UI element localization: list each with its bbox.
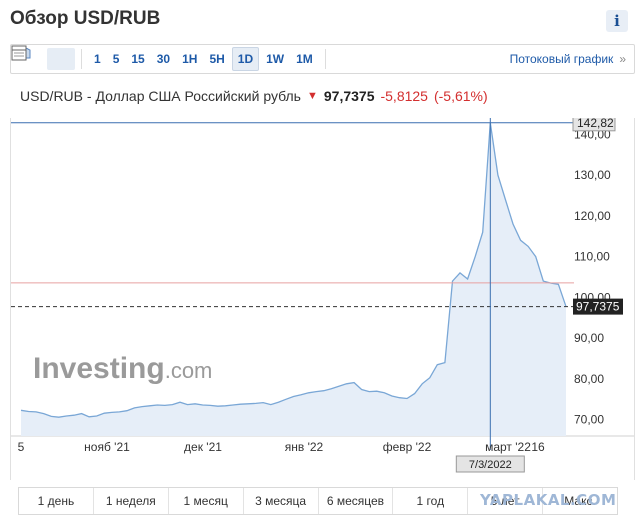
period-button[interactable]: 1 год	[393, 488, 469, 514]
period-button[interactable]: 6 месяцев	[319, 488, 394, 514]
timeframe-5h[interactable]: 5H	[204, 48, 229, 70]
quote-line: USD/RUB - Доллар США Российский рубль ▼ …	[20, 88, 488, 104]
timeframe-1m[interactable]: 1M	[291, 48, 318, 70]
crosshair-date-label: 7/3/2022	[469, 459, 512, 471]
toolbar-divider	[324, 49, 326, 69]
x-tick-label: март '22	[485, 440, 531, 454]
timeframe-1w[interactable]: 1W	[261, 48, 289, 70]
y-tick-label: 80,00	[574, 372, 604, 386]
timeframe-15[interactable]: 15	[126, 48, 149, 70]
x-tick-label: 5	[18, 440, 25, 454]
down-arrow-icon: ▼	[306, 90, 318, 102]
timeframe-1[interactable]: 1	[89, 48, 106, 70]
x-tick-label: февр '22	[383, 440, 432, 454]
watermark: YAPLAKAL.COM	[480, 491, 617, 509]
brand-logo: Investing.com	[33, 352, 212, 385]
info-icon[interactable]: i	[606, 10, 628, 32]
page-title: Обзор USD/RUB	[10, 8, 161, 29]
chart-canvas[interactable]: Investing.com140,00130,00120,00110,00100…	[11, 118, 634, 480]
y-tick-label: 70,00	[574, 413, 604, 427]
brand-logo-main: Investing	[33, 352, 165, 385]
x-tick-label: 16	[531, 440, 545, 454]
y-tick-label: 120,00	[574, 209, 611, 223]
y-tick-label: 130,00	[574, 168, 611, 182]
table-icon[interactable]	[11, 45, 364, 70]
crosshair-value-label: 142,82	[577, 118, 614, 130]
stream-chart-label: Потоковый график	[509, 52, 614, 66]
chart-toolbar: 1 5 15 30 1H 5H 1D 1W 1M Потоковый график»	[10, 44, 635, 74]
last-value-label: 97,7375	[576, 300, 620, 314]
chevron-right-icon: »	[619, 52, 626, 66]
x-tick-label: дек '21	[184, 440, 222, 454]
y-tick-label: 110,00	[574, 250, 610, 264]
price-change-percent: (-5,61%)	[433, 88, 488, 104]
period-button[interactable]: 3 месяца	[244, 488, 319, 514]
period-button[interactable]: 1 день	[19, 488, 94, 514]
timeframe-1h[interactable]: 1H	[177, 48, 202, 70]
x-tick-label: янв '22	[285, 440, 324, 454]
timeframe-30[interactable]: 30	[152, 48, 175, 70]
period-button[interactable]: 1 месяц	[169, 488, 244, 514]
y-tick-label: 90,00	[574, 331, 604, 345]
timeframe-list: 1 5 15 30 1H 5H 1D 1W 1M	[88, 47, 319, 71]
instrument-name: USD/RUB - Доллар США Российский рубль	[20, 88, 301, 104]
toolbar-divider	[81, 49, 82, 69]
timeframe-1d[interactable]: 1D	[231, 47, 260, 71]
last-price: 97,7375	[323, 88, 375, 104]
timeframe-5[interactable]: 5	[108, 48, 125, 70]
x-tick-label: нояб '21	[84, 440, 130, 454]
price-chart[interactable]: Investing.com 140,00 130,00 120,00 110,00 100…	[10, 118, 635, 480]
price-change: -5,8125	[380, 88, 428, 104]
brand-logo-suffix: .com	[165, 358, 213, 383]
area-chart-icon[interactable]	[11, 47, 75, 70]
stream-chart-link[interactable]: Потоковый график »	[510, 52, 634, 66]
period-button[interactable]: 1 неделя	[94, 488, 169, 514]
area-fill	[21, 122, 566, 437]
